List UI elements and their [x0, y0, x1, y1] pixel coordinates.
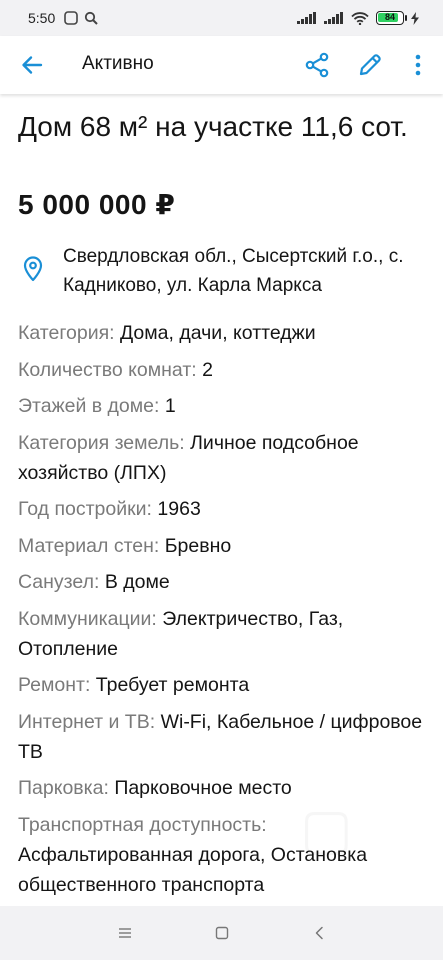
- parameter-value: Бревно: [164, 534, 232, 557]
- share-button[interactable]: [302, 50, 332, 80]
- search-icon: [84, 11, 98, 25]
- more-options-button[interactable]: [406, 50, 430, 80]
- battery-level: 84: [384, 12, 395, 22]
- nav-back-button[interactable]: [307, 922, 331, 944]
- triangle-back-icon: [315, 926, 323, 940]
- listing-price: 5 000 000 ₽: [18, 189, 176, 220]
- address-text: Свердловская обл., Сысертский г.о., с. К…: [63, 246, 404, 296]
- parameter-row: Категория земель: Личное подсобное хозяй…: [18, 428, 428, 488]
- back-button[interactable]: [18, 51, 46, 79]
- status-system-icons: 84: [297, 10, 419, 26]
- parameter-label: Транспортная доступность:: [18, 813, 267, 836]
- charging-icon: [411, 11, 419, 25]
- parameter-value: Дома, дачи, коттеджи: [120, 322, 316, 344]
- parameter-row: Транспортная доступность: Асфальтированн…: [18, 810, 428, 900]
- parameter-label: Этажей в доме:: [18, 395, 160, 417]
- arrow-left-icon: [22, 56, 43, 74]
- parameter-value: 2: [202, 358, 213, 381]
- parameter-value: 1: [164, 395, 176, 417]
- square-home-icon: [215, 926, 229, 940]
- system-nav-bar: [0, 906, 443, 960]
- parameter-row: Год постройки: 1963: [18, 494, 428, 524]
- nav-home-button[interactable]: [210, 922, 234, 944]
- pencil-icon: [359, 54, 381, 76]
- parameter-value: Парковочное место: [114, 777, 292, 799]
- parameter-label: Ремонт:: [18, 674, 91, 696]
- parameter-row: Количество комнат: 2: [18, 355, 428, 385]
- parameter-label: Санузел:: [18, 571, 100, 593]
- battery-icon: 84: [376, 11, 407, 25]
- parameter-label: Категория:: [18, 322, 115, 344]
- watermark: ▢: [300, 796, 353, 862]
- listing-parameters: Категория: Дома, дачи, коттеджи Количеств…: [18, 318, 428, 906]
- parameter-row: Коммуникации: Электричество, Газ, Отопле…: [18, 604, 428, 664]
- header-title: Активно: [82, 53, 154, 74]
- listing-title: Дом 68 м² на участке 11,6 сот.: [18, 111, 408, 142]
- parameter-row: Парковка: Парковочное место: [18, 773, 428, 803]
- signal-icon-2: [324, 12, 343, 24]
- parameter-row: Санузел: В доме: [18, 567, 428, 597]
- parameter-label: Материал стен:: [18, 534, 160, 557]
- parameter-label: Год постройки:: [18, 498, 152, 520]
- parameter-value: 1963: [157, 498, 201, 520]
- parameter-value: Требует ремонта: [95, 674, 250, 696]
- parameter-value: В доме: [104, 571, 170, 593]
- parameter-row: Категория: Дома, дачи, коттеджи: [18, 318, 428, 348]
- status-time: 5:50: [28, 10, 56, 26]
- listing-content: Дом 68 м² на участке 11,6 сот. 5 000 000…: [0, 96, 443, 906]
- menu-icon: [119, 928, 131, 938]
- more-vertical-icon: [415, 54, 421, 76]
- screen-record-icon: [64, 11, 78, 25]
- parameter-label: Интернет и ТВ:: [18, 710, 156, 733]
- edit-button[interactable]: [355, 50, 385, 80]
- signal-icon: [297, 12, 316, 24]
- wifi-icon: [351, 11, 369, 25]
- app-header: Активно: [0, 36, 443, 94]
- status-bar: 5:50 84: [0, 0, 443, 36]
- parameter-label: Парковка:: [18, 777, 109, 799]
- share-icon: [305, 52, 329, 78]
- parameter-row: Ремонт: Требует ремонта: [18, 670, 428, 700]
- parameter-label: Коммуникации:: [18, 607, 157, 630]
- parameter-row: Интернет и ТВ: Wi-Fi, Кабельное / цифров…: [18, 707, 428, 767]
- parameter-row: Материал стен: Бревно: [18, 531, 428, 561]
- nav-menu-button[interactable]: [113, 922, 137, 944]
- parameter-label: Категория земель:: [18, 431, 185, 454]
- location-pin-icon: [23, 256, 43, 282]
- parameter-label: Количество комнат:: [18, 358, 197, 381]
- parameter-row: Этажей в доме: 1: [18, 391, 428, 421]
- status-notification-icons: [64, 11, 98, 25]
